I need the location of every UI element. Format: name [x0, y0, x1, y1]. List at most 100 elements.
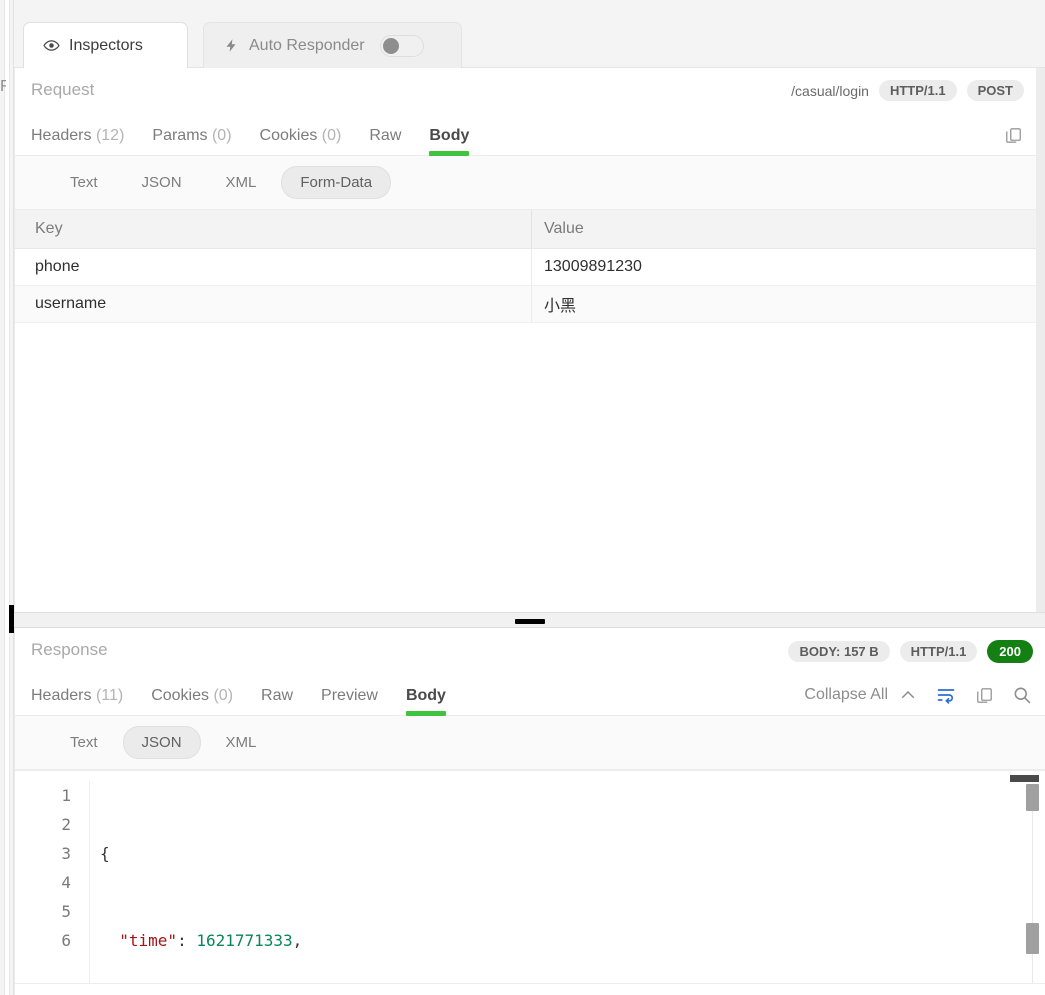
request-method-badge: POST	[966, 80, 1024, 101]
table-row[interactable]: username 小黑	[15, 286, 1036, 323]
background-left-strip: F	[0, 0, 14, 995]
tab-inspectors-label: Inspectors	[69, 36, 143, 54]
horizontal-scrollbar-thumb[interactable]	[1010, 775, 1039, 782]
row-value: 13009891230	[531, 249, 1036, 285]
response-tab-raw-label: Raw	[261, 687, 294, 704]
request-tab-params[interactable]: Params (0)	[152, 127, 245, 155]
response-format-json[interactable]: JSON	[122, 726, 201, 759]
response-tab-raw[interactable]: Raw	[261, 687, 307, 715]
row-value: 小黑	[531, 286, 1036, 322]
row-key: username	[35, 295, 107, 312]
request-tab-headers-label: Headers	[31, 127, 92, 144]
line-number: 2	[61, 815, 71, 834]
response-tab-preview-label: Preview	[321, 687, 378, 704]
row-key: phone	[35, 258, 80, 275]
response-section-tabs: Headers (11) Cookies (0) Raw Preview Bod…	[15, 674, 1045, 716]
form-data-table-header: Key Value	[15, 210, 1036, 249]
response-body-code-view[interactable]: 1 2 3 4 5 6 { "time": 1621771333, "code"…	[15, 770, 1045, 984]
search-icon[interactable]	[1011, 684, 1033, 706]
request-panel: Request /casual/login HTTP/1.1 POST Head…	[14, 68, 1036, 618]
tab-auto-responder-label: Auto Responder	[249, 36, 365, 54]
copy-icon[interactable]	[1002, 124, 1024, 146]
auto-responder-toggle[interactable]	[379, 34, 424, 57]
request-tab-body[interactable]: Body	[429, 127, 483, 156]
background-left-strip-inner	[4, 0, 10, 995]
chevron-up-icon[interactable]	[897, 684, 919, 706]
json-code: 1 2 3 4 5 6 { "time": 1621771333, "code"…	[15, 771, 1045, 984]
response-size-badge: BODY: 157 B	[788, 641, 890, 662]
top-tabbar: Inspectors Auto Responder	[14, 0, 1045, 68]
request-protocol-badge: HTTP/1.1	[878, 80, 957, 101]
response-tab-headers-count: (11)	[95, 687, 124, 704]
json-sep: :	[177, 931, 197, 950]
json-comma: ,	[292, 931, 303, 950]
request-tab-cookies-count: (0)	[321, 127, 342, 144]
status-badge: 200	[987, 640, 1033, 663]
bolt-icon	[222, 37, 240, 55]
auto-responder-toggle-knob	[382, 37, 399, 54]
response-tab-cookies[interactable]: Cookies (0)	[151, 687, 247, 715]
response-tab-cookies-label: Cookies	[151, 687, 210, 704]
response-tab-cookies-count: (0)	[213, 687, 234, 704]
vertical-scrollbar-thumb[interactable]	[1026, 784, 1039, 811]
request-tab-raw[interactable]: Raw	[369, 127, 415, 155]
request-format-chips: Text JSON XML Form-Data	[15, 156, 1036, 210]
request-format-text[interactable]: Text	[51, 166, 117, 199]
request-section-tabs: Headers (12) Params (0) Cookies (0) Raw …	[15, 114, 1036, 156]
request-tabs-right-tools	[1002, 124, 1024, 146]
response-format-chips: Text JSON XML	[15, 716, 1045, 770]
code-line: "time": 1621771333,	[100, 926, 1045, 955]
response-tab-headers-label: Headers	[31, 687, 92, 704]
response-format-text[interactable]: Text	[51, 726, 117, 759]
code-line: {	[100, 839, 1045, 868]
request-tab-cookies[interactable]: Cookies (0)	[260, 127, 356, 155]
vertical-scrollbar-thumb-secondary[interactable]	[1026, 923, 1039, 954]
response-tab-preview[interactable]: Preview	[321, 687, 392, 715]
request-tab-raw-label: Raw	[369, 127, 402, 144]
json-value-time: 1621771333	[196, 931, 293, 950]
eye-icon	[42, 37, 60, 55]
inspector-window: F Inspectors Auto Responder Request /cas…	[0, 0, 1045, 995]
line-number: 4	[61, 873, 71, 892]
splitter-grab-handle[interactable]	[515, 619, 545, 624]
request-tab-body-label: Body	[429, 127, 470, 144]
response-format-xml[interactable]: XML	[207, 726, 276, 759]
request-tab-params-count: (0)	[211, 127, 232, 144]
json-open-brace: {	[100, 844, 110, 863]
request-meta: /casual/login HTTP/1.1 POST	[791, 80, 1024, 101]
response-tab-headers[interactable]: Headers (11)	[31, 687, 137, 715]
background-right-strip	[1036, 0, 1045, 620]
collapse-all-label: Collapse All	[804, 686, 888, 703]
table-row[interactable]: phone 13009891230	[15, 249, 1036, 286]
request-path: /casual/login	[791, 82, 869, 99]
request-format-xml[interactable]: XML	[207, 166, 276, 199]
scrollbar-track	[1032, 784, 1033, 984]
response-tab-body-label: Body	[405, 687, 446, 704]
line-number: 1	[61, 786, 71, 805]
request-tab-cookies-label: Cookies	[259, 127, 318, 144]
line-number: 5	[61, 902, 71, 921]
word-wrap-icon[interactable]	[935, 684, 957, 706]
tab-auto-responder[interactable]: Auto Responder	[203, 22, 462, 68]
column-header-value: Value	[531, 210, 1036, 248]
copy-icon[interactable]	[973, 684, 995, 706]
request-format-form-data[interactable]: Form-Data	[281, 166, 392, 199]
request-tab-headers-count: (12)	[95, 127, 125, 144]
form-data-table-empty-area	[15, 323, 1036, 591]
response-panel: Response BODY: 157 B HTTP/1.1 200 Header…	[14, 628, 1045, 995]
tab-inspectors[interactable]: Inspectors	[23, 22, 188, 68]
line-number: 3	[61, 844, 71, 863]
background-ghost-text: F	[0, 78, 6, 95]
request-header: Request /casual/login HTTP/1.1 POST	[15, 68, 1036, 114]
json-code-lines: { "time": 1621771333, "code": 400, "stat…	[89, 781, 1045, 984]
response-protocol-badge: HTTP/1.1	[899, 641, 978, 662]
response-tabs-right-tools: Collapse All	[804, 684, 1033, 706]
response-meta: BODY: 157 B HTTP/1.1 200	[788, 640, 1033, 663]
collapse-all-button[interactable]: Collapse All	[804, 684, 919, 706]
request-tab-headers[interactable]: Headers (12)	[31, 127, 138, 155]
line-number: 6	[61, 931, 71, 950]
json-key-time: "time"	[119, 931, 178, 950]
response-tab-body[interactable]: Body	[405, 687, 460, 716]
horizontal-splitter[interactable]	[14, 612, 1045, 628]
request-format-json[interactable]: JSON	[123, 166, 201, 199]
